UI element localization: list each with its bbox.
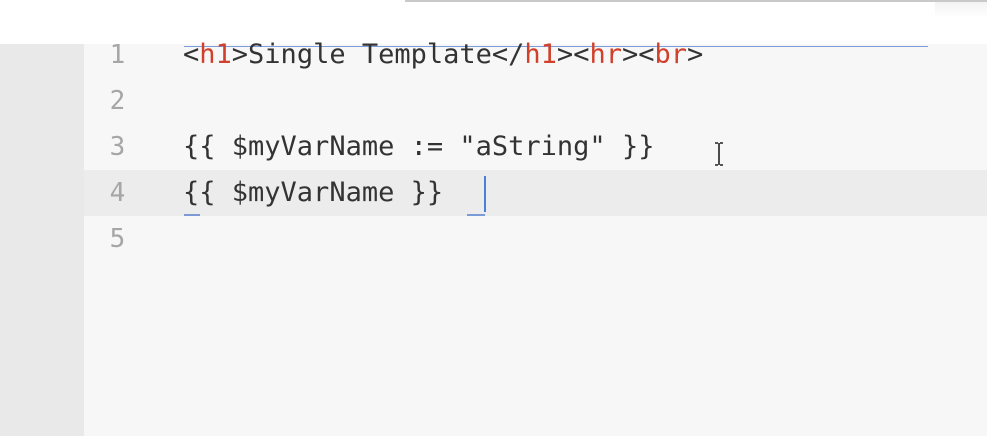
tag-name-br: br bbox=[654, 39, 688, 70]
top-divider bbox=[405, 0, 987, 2]
angle-bracket: > bbox=[556, 39, 574, 70]
variable-name: $myVarName bbox=[231, 131, 395, 162]
text-caret bbox=[484, 176, 486, 212]
variable-name: $myVarName bbox=[231, 177, 395, 208]
line-number: 3 bbox=[109, 132, 126, 162]
tag-name-h1: h1 bbox=[524, 39, 557, 70]
angle-bracket: > bbox=[687, 39, 704, 70]
angle-bracket: < bbox=[183, 39, 200, 70]
string-literal: "aString" bbox=[459, 131, 606, 162]
template-open-delimiter: {{ bbox=[183, 131, 232, 162]
line-number-gutter bbox=[0, 44, 84, 436]
angle-bracket: > bbox=[231, 39, 249, 70]
line-number: 1 bbox=[109, 40, 126, 70]
angle-bracket: < bbox=[638, 39, 655, 70]
angle-bracket: </ bbox=[491, 39, 525, 70]
code-line-3[interactable]: {{ $myVarName := "aString" }} bbox=[183, 124, 654, 170]
assign-operator: := bbox=[394, 131, 460, 162]
code-line-1[interactable]: <h1>Single Template</h1><hr><br> bbox=[183, 32, 703, 78]
tag-name-hr: hr bbox=[589, 39, 622, 70]
template-close-delimiter: }} bbox=[394, 177, 444, 208]
tag-name-h1: h1 bbox=[199, 39, 232, 70]
code-line-4[interactable]: {{ $myVarName }} bbox=[183, 170, 443, 216]
angle-bracket: > bbox=[621, 39, 639, 70]
bracket-match-marker bbox=[184, 214, 200, 216]
ibeam-cursor-icon bbox=[715, 142, 723, 166]
template-open-delimiter: {{ bbox=[183, 177, 232, 208]
top-right-shade bbox=[935, 2, 987, 18]
bracket-match-marker bbox=[467, 214, 485, 216]
code-editor[interactable]: 1 2 3 4 5 <h1>Single Template</h1><hr><b… bbox=[0, 39, 987, 436]
line-number: 5 bbox=[109, 224, 126, 254]
line-number: 4 bbox=[109, 178, 126, 208]
angle-bracket: < bbox=[573, 39, 590, 70]
template-close-delimiter: }} bbox=[605, 131, 655, 162]
heading-text: Single Template bbox=[248, 39, 492, 70]
line-number: 2 bbox=[109, 86, 126, 116]
